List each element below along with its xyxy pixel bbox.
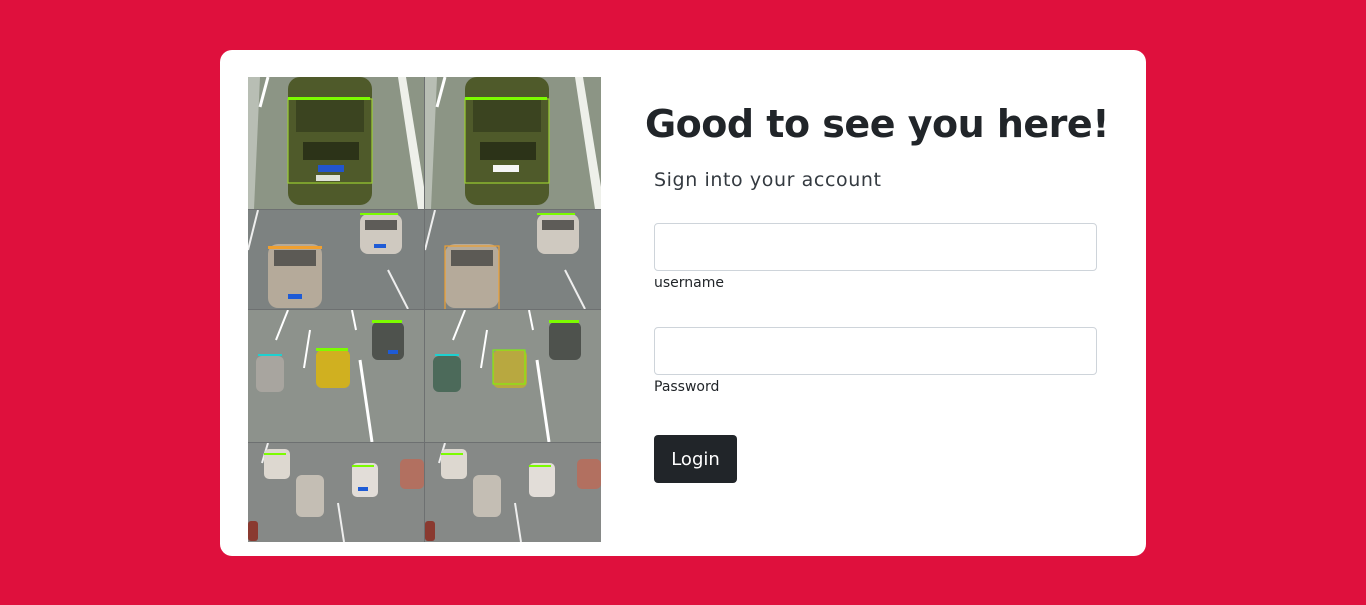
page-subtitle: Sign into your account	[654, 169, 882, 191]
traffic-lane-tile	[425, 310, 601, 442]
username-label: username	[654, 275, 724, 291]
password-label: Password	[654, 379, 720, 395]
page-title: Good to see you here!	[644, 102, 1110, 146]
password-input[interactable]	[654, 327, 1097, 375]
minivan-tile	[425, 210, 601, 309]
traffic-lane-tile	[248, 310, 424, 442]
username-input[interactable]	[654, 223, 1097, 271]
vehicle-detection-image	[248, 77, 601, 542]
multi-car-tile	[425, 443, 601, 542]
login-card: Good to see you here! Sign into your acc…	[220, 50, 1146, 556]
suv-closeup-tile	[425, 77, 601, 209]
suv-closeup-tile	[248, 77, 424, 209]
minivan-tile	[248, 210, 424, 309]
multi-car-tile	[248, 443, 424, 542]
login-button[interactable]: Login	[654, 435, 737, 483]
